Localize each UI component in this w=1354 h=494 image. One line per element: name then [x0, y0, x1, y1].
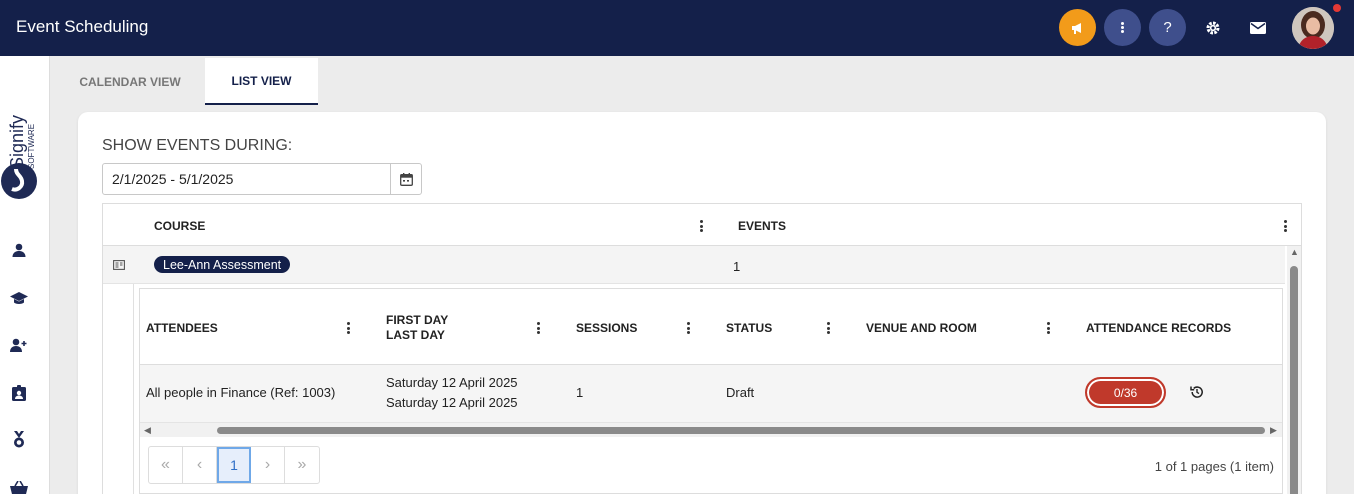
events-column-menu-icon[interactable]: [1283, 220, 1287, 232]
add-user-icon[interactable]: [10, 336, 28, 354]
collapse-row-icon[interactable]: [113, 257, 125, 275]
attendees-column-menu-icon[interactable]: [346, 322, 350, 334]
scroll-up-arrow[interactable]: ▲: [1290, 247, 1299, 257]
events-table-header: ATTENDEES FIRST DAY LAST DAY SESSIONS ST…: [140, 289, 1282, 365]
mail-icon: [1249, 21, 1266, 34]
courses-grid: COURSE EVENTS Lee-Ann Assessment 1 ▲ ATT…: [102, 203, 1302, 494]
grid-header: COURSE EVENTS: [103, 204, 1301, 246]
page-1-button[interactable]: 1: [217, 447, 251, 483]
status-column-menu-icon[interactable]: [826, 322, 830, 334]
date-range-input[interactable]: [103, 164, 389, 194]
venue-column-header[interactable]: VENUE AND ROOM: [866, 321, 977, 336]
table-row[interactable]: All people in Finance (Ref: 1003) Saturd…: [140, 365, 1282, 423]
venue-column-menu-icon[interactable]: [1046, 322, 1050, 334]
course-column-header[interactable]: COURSE: [154, 219, 205, 233]
first-day-cell: Saturday 12 April 2025: [386, 375, 518, 390]
page-info: 1 of 1 pages (1 item): [1154, 459, 1274, 474]
medal-icon[interactable]: [10, 430, 28, 448]
settings-button[interactable]: [1194, 9, 1231, 46]
vertical-scroll-thumb[interactable]: [1290, 266, 1298, 494]
first-day-column-header[interactable]: FIRST DAY: [386, 313, 448, 328]
events-count: 1: [733, 259, 741, 274]
horizontal-scroll-thumb[interactable]: [217, 427, 1265, 434]
sidebar: Signify SOFTWARE: [0, 56, 50, 494]
calendar-button[interactable]: [390, 164, 421, 194]
graduation-cap-icon[interactable]: [10, 289, 28, 307]
history-icon[interactable]: [1190, 385, 1204, 404]
sessions-cell: 1: [576, 385, 584, 400]
course-badge[interactable]: Lee-Ann Assessment: [154, 256, 291, 273]
date-filter-label: SHOW EVENTS DURING:: [102, 137, 293, 154]
events-card: SHOW EVENTS DURING: COURSE EVENTS: [78, 112, 1326, 494]
table-row[interactable]: Lee-Ann Assessment 1: [103, 246, 1285, 284]
svg-text:Signify: Signify: [7, 115, 27, 169]
tab-list-view[interactable]: LIST VIEW: [205, 58, 318, 105]
scroll-left-arrow[interactable]: ◀: [144, 425, 151, 436]
attendance-records-button[interactable]: 0/36: [1085, 377, 1166, 408]
svg-text:SOFTWARE: SOFTWARE: [27, 124, 36, 169]
basket-icon[interactable]: [10, 479, 28, 494]
previous-page-button[interactable]: ‹: [183, 447, 217, 483]
first-page-button[interactable]: «: [149, 447, 183, 483]
last-day-column-header[interactable]: LAST DAY: [386, 328, 445, 343]
sessions-column-menu-icon[interactable]: [686, 322, 690, 334]
events-column-header[interactable]: EVENTS: [738, 219, 786, 233]
signify-logo: Signify SOFTWARE: [0, 81, 48, 203]
more-options-button[interactable]: [1104, 9, 1141, 46]
last-page-button[interactable]: »: [285, 447, 319, 483]
date-range-picker: [102, 163, 422, 195]
messages-button[interactable]: [1239, 9, 1276, 46]
first-day-column-menu-icon[interactable]: [536, 322, 540, 334]
sessions-column-header[interactable]: SESSIONS: [576, 321, 637, 336]
attendees-column-header[interactable]: ATTENDEES: [146, 321, 218, 336]
user-avatar[interactable]: [1292, 7, 1334, 49]
attendees-cell: All people in Finance (Ref: 1003): [146, 385, 336, 400]
id-badge-icon[interactable]: [10, 384, 28, 402]
more-vertical-icon: [1121, 22, 1125, 33]
pagination: « ‹ 1 › »: [148, 446, 320, 484]
help-button[interactable]: ?: [1149, 9, 1186, 46]
last-day-cell: Saturday 12 April 2025: [386, 395, 518, 410]
attendance-column-header[interactable]: ATTENDANCE RECORDS: [1086, 321, 1231, 336]
help-icon: ?: [1163, 19, 1172, 36]
course-column-menu-icon[interactable]: [699, 220, 703, 232]
status-column-header[interactable]: STATUS: [726, 321, 772, 336]
next-page-button[interactable]: ›: [251, 447, 285, 483]
event-detail-panel: ATTENDEES FIRST DAY LAST DAY SESSIONS ST…: [133, 284, 1285, 494]
gear-icon: [1206, 21, 1219, 34]
announcements-button[interactable]: [1059, 9, 1096, 46]
horizontal-scrollbar[interactable]: ◀ ▶: [140, 423, 1282, 437]
notification-dot: [1333, 4, 1341, 12]
calendar-icon: [399, 172, 413, 186]
top-bar: Event Scheduling ?: [0, 0, 1354, 56]
vertical-scrollbar[interactable]: ▲: [1287, 246, 1301, 494]
app-title: Event Scheduling: [16, 17, 149, 36]
megaphone-icon: [1071, 22, 1081, 34]
events-table: ATTENDEES FIRST DAY LAST DAY SESSIONS ST…: [139, 288, 1283, 494]
user-icon[interactable]: [10, 241, 28, 259]
scroll-right-arrow[interactable]: ▶: [1270, 425, 1277, 436]
tab-calendar-view[interactable]: CALENDAR VIEW: [70, 58, 190, 105]
status-cell: Draft: [726, 385, 755, 400]
